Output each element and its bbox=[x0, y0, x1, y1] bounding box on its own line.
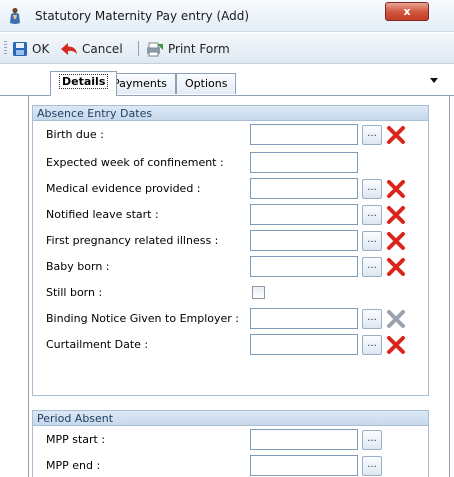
binding-notice-input[interactable] bbox=[250, 308, 358, 329]
tab-options-label: Options bbox=[185, 77, 228, 90]
medical-evidence-input[interactable] bbox=[250, 178, 358, 199]
date-picker-button[interactable]: ... bbox=[362, 309, 382, 329]
date-picker-button[interactable]: ... bbox=[362, 257, 382, 277]
field-label: Still born : bbox=[46, 286, 103, 299]
clear-icon[interactable] bbox=[385, 178, 407, 200]
clear-icon[interactable] bbox=[385, 256, 407, 278]
curtailment-date-row: Curtailment Date : ... bbox=[33, 334, 428, 356]
clear-icon[interactable] bbox=[385, 334, 407, 356]
mpp-start-input[interactable] bbox=[250, 429, 358, 450]
date-picker-button[interactable]: ... bbox=[362, 125, 382, 145]
curtailment-date-input[interactable] bbox=[250, 334, 358, 355]
first-pregnancy-illness-row: First pregnancy related illness : ... bbox=[33, 230, 428, 252]
field-label: Birth due : bbox=[46, 128, 104, 141]
app-icon bbox=[10, 7, 20, 24]
save-icon bbox=[13, 42, 27, 56]
close-button[interactable]: x bbox=[385, 2, 429, 21]
cancel-label: Cancel bbox=[82, 42, 123, 56]
expected-week-row: Expected week of confinement : bbox=[33, 152, 428, 174]
mpp-start-row: MPP start : ... bbox=[33, 429, 428, 451]
cancel-button[interactable]: Cancel bbox=[60, 40, 123, 58]
absence-entry-dates-group: Absence Entry Dates Birth due : ... Expe… bbox=[32, 105, 429, 396]
ok-button[interactable]: OK bbox=[12, 40, 49, 58]
toolbar-grip[interactable] bbox=[4, 41, 7, 56]
period-absent-group: Period Absent MPP start : ... MPP end : … bbox=[32, 410, 429, 477]
mpp-end-input[interactable] bbox=[250, 455, 358, 476]
still-born-checkbox[interactable] bbox=[252, 286, 265, 299]
field-label: Binding Notice Given to Employer : bbox=[46, 312, 240, 325]
date-picker-button[interactable]: ... bbox=[362, 335, 382, 355]
expected-week-input[interactable] bbox=[250, 152, 358, 173]
birth-due-row: Birth due : ... bbox=[33, 124, 428, 146]
ok-label: OK bbox=[32, 42, 50, 56]
field-label: Curtailment Date : bbox=[46, 338, 149, 351]
clear-icon[interactable] bbox=[385, 204, 407, 226]
field-label: MPP start : bbox=[46, 433, 106, 446]
mpp-end-row: MPP end : ... bbox=[33, 455, 428, 477]
tab-overflow-dropdown-icon[interactable] bbox=[430, 78, 438, 83]
tab-details[interactable]: Details bbox=[50, 71, 118, 96]
group-header: Period Absent bbox=[33, 411, 428, 426]
baby-born-row: Baby born : ... bbox=[33, 256, 428, 278]
field-label: Medical evidence provided : bbox=[46, 182, 201, 195]
tab-details-label: Details bbox=[59, 74, 109, 89]
tab-payments-label: Payments bbox=[113, 77, 167, 90]
notified-leave-start-input[interactable] bbox=[250, 204, 358, 225]
print-form-button[interactable]: Print Form bbox=[146, 40, 230, 58]
toolbar-separator bbox=[138, 41, 139, 56]
birth-due-input[interactable] bbox=[250, 124, 358, 145]
clear-disabled-icon bbox=[387, 310, 405, 328]
field-label: First pregnancy related illness : bbox=[46, 234, 219, 247]
tab-strip: Details Payments Options bbox=[0, 64, 454, 96]
clear-icon[interactable] bbox=[385, 230, 407, 252]
clear-icon[interactable] bbox=[385, 124, 407, 146]
date-picker-button[interactable]: ... bbox=[362, 430, 382, 450]
toolbar: OK Cancel Print Form bbox=[0, 33, 454, 64]
date-picker-button[interactable]: ... bbox=[362, 179, 382, 199]
details-panel: Absence Entry Dates Birth due : ... Expe… bbox=[28, 96, 450, 477]
window-title: Statutory Maternity Pay entry (Add) bbox=[35, 9, 250, 23]
still-born-row: Still born : bbox=[33, 282, 428, 304]
date-picker-button[interactable]: ... bbox=[362, 231, 382, 251]
title-bar: Statutory Maternity Pay entry (Add) x bbox=[0, 0, 454, 32]
first-pregnancy-illness-input[interactable] bbox=[250, 230, 358, 251]
date-picker-button[interactable]: ... bbox=[362, 456, 382, 476]
printer-icon bbox=[147, 42, 163, 57]
baby-born-input[interactable] bbox=[250, 256, 358, 277]
undo-arrow-icon bbox=[61, 43, 77, 55]
medical-evidence-row: Medical evidence provided : ... bbox=[33, 178, 428, 200]
tab-options[interactable]: Options bbox=[176, 73, 237, 94]
field-label: Baby born : bbox=[46, 260, 110, 273]
group-header: Absence Entry Dates bbox=[33, 106, 428, 121]
print-form-label: Print Form bbox=[168, 42, 230, 56]
field-label: MPP end : bbox=[46, 459, 101, 472]
date-picker-button[interactable]: ... bbox=[362, 205, 382, 225]
binding-notice-row: Binding Notice Given to Employer : ... bbox=[33, 308, 428, 330]
notified-leave-start-row: Notified leave start : ... bbox=[33, 204, 428, 226]
field-label: Expected week of confinement : bbox=[46, 156, 224, 169]
field-label: Notified leave start : bbox=[46, 208, 159, 221]
